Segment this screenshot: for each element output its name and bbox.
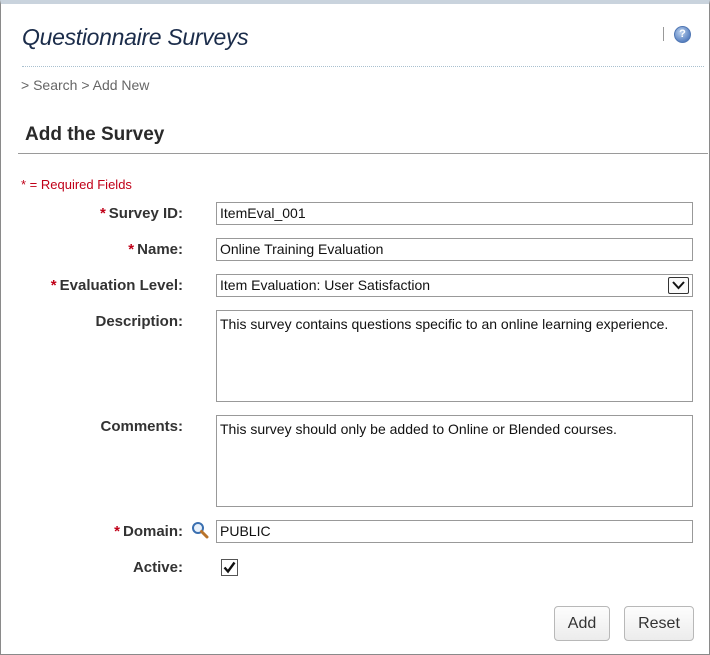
add-button[interactable]: Add [554,606,610,641]
name-input[interactable]: Online Training Evaluation [216,238,693,261]
breadcrumb: > Search > Add New [21,77,150,93]
domain-input[interactable]: PUBLIC [216,520,693,543]
dropdown-button[interactable] [668,277,689,294]
chevron-down-icon [672,281,685,290]
survey-id-label: * Survey ID: [99,205,183,222]
page-title: Questionnaire Surveys [22,24,249,50]
description-label: Description: [95,313,183,330]
reset-button[interactable]: Reset [624,606,694,641]
comments-label: Comments: [100,418,183,435]
comments-textarea[interactable]: This survey should only be added to Onli… [216,415,693,507]
domain-label: * Domain: [114,523,183,540]
required-marker: * [50,277,57,294]
evaluation-level-label: * Evaluation Level: [50,277,183,294]
description-textarea[interactable]: This survey contains questions specific … [216,310,693,402]
name-label: * Name: [128,241,183,258]
required-marker: * [128,241,135,258]
survey-id-input[interactable]: ItemEval_001 [216,202,693,225]
active-checkbox[interactable] [221,559,238,576]
question-icon[interactable]: ? [674,26,691,43]
section-title: Add the Survey [25,124,165,145]
checkmark-icon [223,561,236,574]
active-label: Active: [132,559,183,576]
header-divider [22,66,704,67]
header-separator [663,27,664,41]
evaluation-level-value: Item Evaluation: User Satisfaction [220,277,431,293]
search-icon[interactable] [191,521,209,539]
required-marker: * [114,523,120,540]
required-fields-note: * = Required Fields [21,177,132,192]
section-divider [18,153,708,154]
evaluation-level-select[interactable]: Item Evaluation: User Satisfaction [216,274,693,297]
required-marker: * [99,205,106,222]
